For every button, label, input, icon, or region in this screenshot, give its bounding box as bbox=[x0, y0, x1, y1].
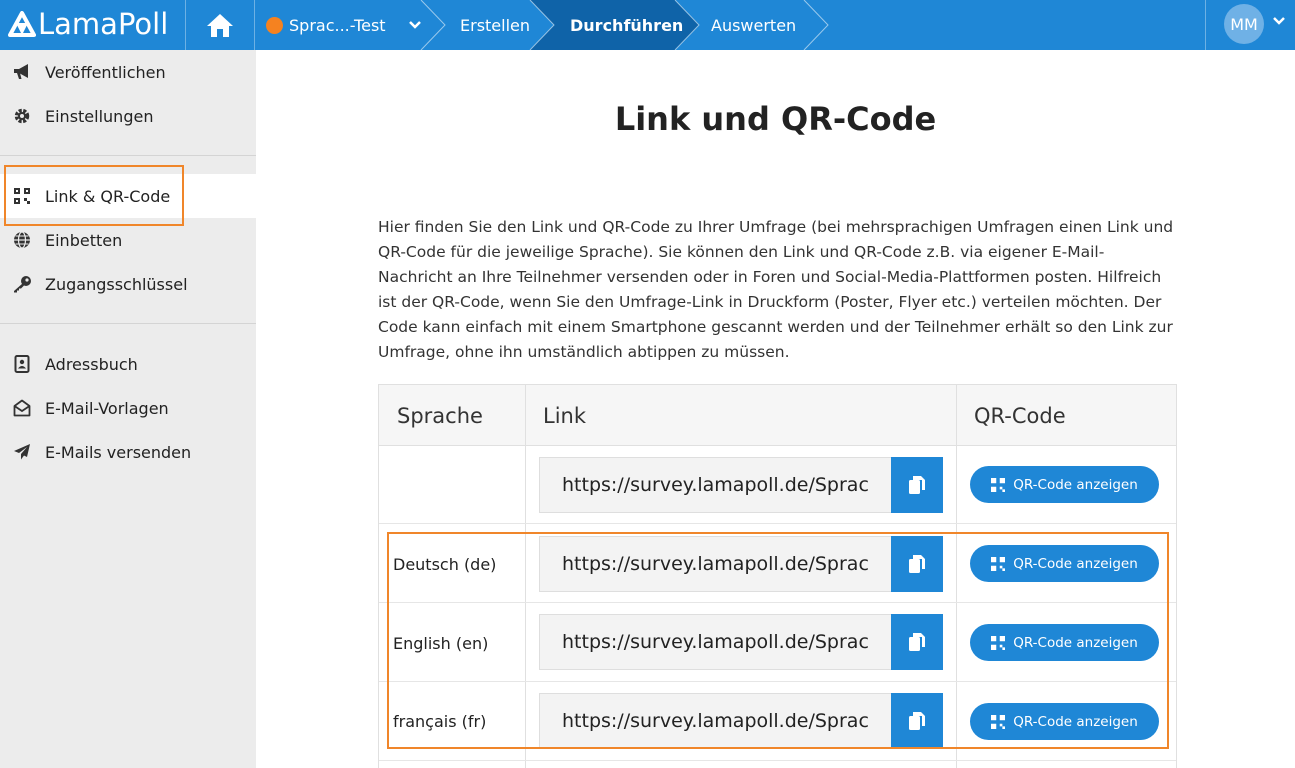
page-title: Link und QR-Code bbox=[614, 100, 937, 138]
user-avatar[interactable]: MM bbox=[1224, 4, 1264, 44]
survey-selector[interactable]: Sprac...-Test bbox=[266, 0, 422, 50]
gear-icon bbox=[12, 106, 32, 126]
sidebar-item-veroeffentlichen[interactable]: Veröffentlichen bbox=[0, 50, 256, 94]
sidebar-divider bbox=[0, 323, 256, 324]
copy-link-button[interactable] bbox=[891, 457, 943, 513]
survey-link-field[interactable]: https://survey.lamapoll.de/Sprac bbox=[539, 457, 891, 513]
sidebar-item-label: E-Mails versenden bbox=[45, 442, 192, 462]
sidebar-item-adressbuch[interactable]: Adressbuch bbox=[0, 342, 256, 386]
row-divider bbox=[379, 760, 1176, 761]
sidebar-item-zugangsschluessel[interactable]: Zugangsschlüssel bbox=[0, 262, 256, 306]
lamapoll-logo-icon bbox=[8, 11, 36, 37]
step-auswerten[interactable]: Auswerten bbox=[711, 0, 796, 50]
intro-text: Hier finden Sie den Link und QR-Code zu … bbox=[378, 218, 1174, 361]
column-header-sprache: Sprache bbox=[397, 403, 483, 428]
breadcrumb-chevron bbox=[803, 0, 829, 50]
breadcrumb-chevron bbox=[420, 0, 446, 50]
chevron-down-icon bbox=[408, 21, 421, 29]
envelope-open-icon bbox=[12, 398, 32, 418]
logo-text: LamaPoll bbox=[38, 7, 169, 41]
row-divider bbox=[379, 523, 1176, 524]
address-book-icon bbox=[12, 354, 32, 374]
sidebar-item-label: Einstellungen bbox=[45, 106, 154, 126]
globe-icon bbox=[12, 230, 32, 250]
qr-code-icon bbox=[991, 477, 1006, 492]
home-button[interactable] bbox=[186, 0, 254, 50]
sidebar-item-label: Zugangsschlüssel bbox=[45, 274, 188, 294]
sidebar-item-label: Einbetten bbox=[45, 230, 123, 250]
show-qr-code-button[interactable]: QR-Code anzeigen bbox=[970, 466, 1159, 503]
column-header-link: Link bbox=[543, 403, 587, 428]
sidebar-item-email-vorlagen[interactable]: E-Mail-Vorlagen bbox=[0, 386, 256, 430]
sidebar-divider bbox=[0, 155, 256, 156]
home-icon bbox=[207, 14, 233, 37]
sidebar-item-label: E-Mail-Vorlagen bbox=[45, 398, 169, 418]
table-header: Sprache Link QR-Code bbox=[379, 385, 1176, 446]
highlight-sidebar-link-qr bbox=[4, 165, 184, 226]
top-navigation-bar: LamaPoll Sprac...-Test Erstellen Durchfü… bbox=[0, 0, 1295, 50]
sidebar-item-einstellungen[interactable]: Einstellungen bbox=[0, 94, 256, 138]
sidebar-item-emails-versenden[interactable]: E-Mails versenden bbox=[0, 430, 256, 474]
sidebar-item-label: Adressbuch bbox=[45, 354, 138, 374]
step-erstellen[interactable]: Erstellen bbox=[460, 0, 530, 50]
step-durchfuehren[interactable]: Durchführen bbox=[570, 0, 683, 50]
survey-status-dot bbox=[266, 16, 283, 34]
show-qr-code-label: QR-Code anzeigen bbox=[1013, 476, 1138, 493]
key-icon bbox=[12, 274, 32, 294]
user-menu-chevron-down-icon[interactable] bbox=[1272, 16, 1286, 26]
lamapoll-logo[interactable]: LamaPoll bbox=[8, 4, 168, 44]
highlight-language-rows bbox=[387, 532, 1169, 749]
copy-icon bbox=[909, 476, 925, 494]
column-header-qr-code: QR-Code bbox=[974, 403, 1066, 428]
survey-name: Sprac...-Test bbox=[289, 15, 386, 35]
sidebar-item-label: Veröffentlichen bbox=[45, 62, 166, 82]
megaphone-icon bbox=[12, 62, 32, 82]
nav-separator bbox=[1205, 0, 1206, 50]
paper-plane-icon bbox=[12, 442, 32, 462]
survey-link-text: https://survey.lamapoll.de/Sprac bbox=[562, 474, 869, 496]
sidebar: Veröffentlichen Einstellungen Link & QR-… bbox=[0, 50, 256, 768]
